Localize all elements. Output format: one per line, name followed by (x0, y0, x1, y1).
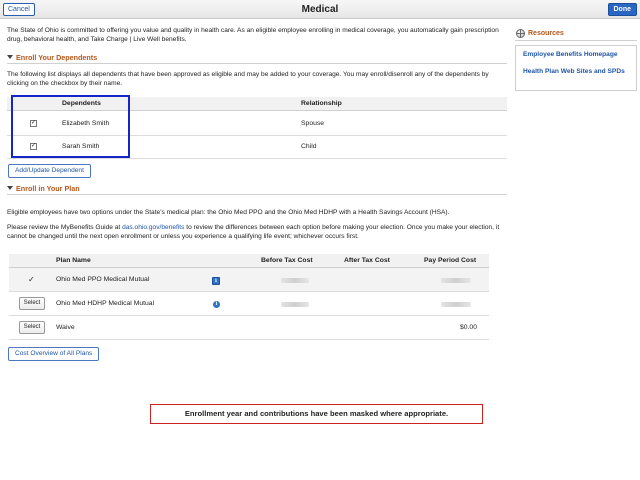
column-header-after-tax: After Tax Cost (344, 257, 390, 264)
resources-panel: Resources Employee Benefits Homepage Hea… (515, 28, 637, 91)
collapse-triangle-icon (7, 55, 13, 59)
masked-before-tax-cost (281, 302, 309, 307)
health-plan-websites-link[interactable]: Health Plan Web Sites and SPDs (523, 68, 629, 76)
info-icon[interactable]: i (213, 301, 220, 308)
plan-row: Select Waive $0.00 (9, 316, 489, 340)
collapse-triangle-icon (7, 186, 13, 190)
dependent-relationship: Spouse (301, 120, 325, 127)
dependents-section-title: Enroll Your Dependents (16, 53, 98, 62)
done-button[interactable]: Done (607, 3, 637, 16)
masked-pay-period-cost (441, 278, 471, 283)
plan-name: Waive (56, 324, 75, 331)
cost-overview-button[interactable]: Cost Overview of All Plans (8, 347, 100, 361)
globe-icon (516, 29, 525, 38)
selected-check-icon: ✓ (28, 275, 35, 284)
plan-row: ✓ Ohio Med PPO Medical Mutual i (9, 268, 489, 292)
dependents-section-header[interactable]: Enroll Your Dependents (7, 53, 507, 64)
resources-title: Resources (528, 30, 564, 37)
dependents-highlight-box (11, 95, 130, 158)
dependent-relationship: Child (301, 143, 317, 150)
masked-pay-period-cost (441, 302, 471, 307)
review-text-start: Please review the MyBenefits Guide at (7, 224, 123, 231)
masked-before-tax-cost (281, 278, 309, 283)
select-plan-button[interactable]: Select (19, 297, 45, 310)
plan-section-title: Enroll in Your Plan (16, 184, 80, 193)
column-header-pay-period: Pay Period Cost (424, 257, 477, 264)
intro-text: The State of Ohio is committed to offeri… (7, 27, 499, 43)
plan-section-header[interactable]: Enroll in Your Plan (7, 184, 507, 195)
plan-name: Ohio Med HDHP Medical Mutual (56, 300, 155, 307)
plan-review-text: Please review the MyBenefits Guide at da… (7, 224, 502, 241)
employee-benefits-homepage-link[interactable]: Employee Benefits Homepage (523, 51, 629, 59)
plan-name: Ohio Med PPO Medical Mutual (56, 276, 150, 283)
pay-period-cost: $0.00 (459, 324, 477, 331)
benefits-guide-link[interactable]: das.ohio.gov/benefits (122, 224, 184, 231)
top-bar: Cancel Medical Done (0, 0, 640, 19)
plan-table-header: Plan Name Before Tax Cost After Tax Cost… (9, 254, 489, 268)
select-plan-button[interactable]: Select (19, 321, 45, 334)
plan-table: Plan Name Before Tax Cost After Tax Cost… (9, 254, 489, 341)
column-header-before-tax: Before Tax Cost (261, 257, 313, 264)
page-title: Medical (301, 4, 339, 15)
dependents-description: The following list displays all dependen… (7, 71, 489, 87)
plan-description: Eligible employees have two options unde… (7, 209, 450, 216)
info-icon[interactable]: i (212, 277, 220, 285)
column-header-relationship: Relationship (301, 100, 342, 107)
resources-links-box: Employee Benefits Homepage Health Plan W… (515, 45, 637, 91)
add-update-dependent-button[interactable]: Add/Update Dependent (8, 164, 91, 178)
column-header-plan-name: Plan Name (56, 257, 91, 264)
resources-header: Resources (515, 28, 637, 41)
masked-notice: Enrollment year and contributions have b… (150, 404, 483, 424)
plan-row: Select Ohio Med HDHP Medical Mutual i (9, 292, 489, 316)
